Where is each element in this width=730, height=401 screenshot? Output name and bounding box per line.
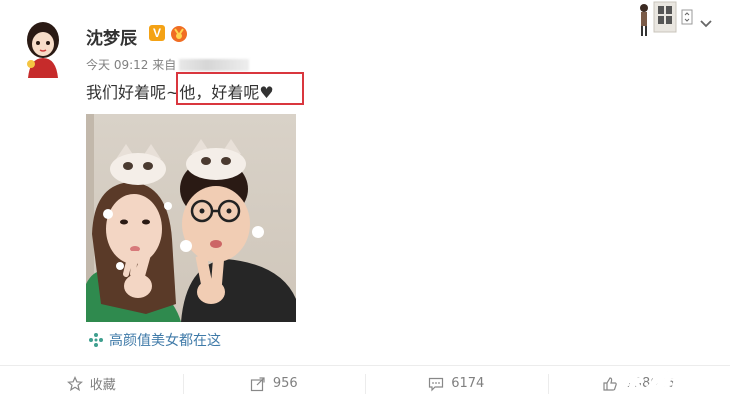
author-name[interactable]: 沈梦辰 xyxy=(86,24,137,49)
location-link[interactable]: 高颜值美女都在这 xyxy=(88,330,221,350)
share-button[interactable]: 956 xyxy=(183,366,366,401)
avatar[interactable] xyxy=(18,18,68,78)
medal-badge-icon xyxy=(169,23,189,43)
share-count: 956 xyxy=(273,376,298,391)
source-blurred xyxy=(179,59,249,71)
post-photo[interactable] xyxy=(86,114,296,322)
location-label: 高颜值美女都在这 xyxy=(109,330,221,350)
chevron-down-icon[interactable] xyxy=(698,16,714,32)
comment-count: 6174 xyxy=(451,376,484,391)
favorite-button[interactable]: 收藏 xyxy=(0,366,183,401)
comment-icon xyxy=(428,376,444,392)
post-time[interactable]: 今天 09:12 来自 xyxy=(86,56,176,73)
share-icon xyxy=(250,376,266,392)
comment-button[interactable]: 6174 xyxy=(365,366,548,401)
post-text-part1: 我们好着呢~ xyxy=(86,83,179,102)
highlight-box xyxy=(176,72,304,105)
svg-text:广东龙网: 广东龙网 xyxy=(590,367,701,397)
favorite-label: 收藏 xyxy=(90,374,116,393)
verified-badge-icon: V xyxy=(149,25,165,41)
location-pin-icon xyxy=(88,332,104,348)
card-decoration-icon xyxy=(636,0,696,40)
post-meta: 今天 09:12 来自 xyxy=(86,56,249,73)
star-icon xyxy=(67,376,83,392)
